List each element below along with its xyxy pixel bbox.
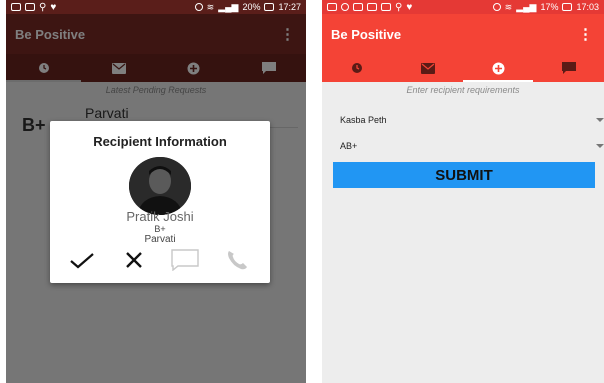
location-icon: ♥: [406, 1, 413, 13]
tab-add[interactable]: [463, 54, 534, 82]
app-bar: Be Positive ⋮: [322, 14, 604, 54]
wifi-icon: ≋: [504, 1, 513, 12]
status-icons-left: ⚲ ♥: [11, 2, 56, 13]
image-icon: [367, 3, 377, 11]
blood-group-select-value: AB+: [340, 141, 358, 151]
history-icon: [352, 63, 363, 73]
whatsapp-icon: [341, 3, 349, 11]
tab-indicator: [463, 80, 533, 82]
battery-percent: 20%: [242, 2, 261, 12]
status-bar: ⚲ ♥ ≋ ▂▄▆ 20% 17:27: [6, 0, 306, 14]
close-icon: [126, 252, 142, 268]
recipient-name: Pratik Joshi: [126, 209, 194, 224]
add-icon: [492, 62, 505, 74]
overflow-menu-icon[interactable]: ⋮: [576, 25, 595, 43]
signal-icon: ▂▄▆: [516, 1, 537, 12]
blood-group-select[interactable]: AB+: [322, 133, 604, 159]
accept-button[interactable]: [67, 248, 97, 272]
status-icons-right: ≋ ▂▄▆ 17% 17:03: [492, 1, 599, 13]
message-icon: [171, 249, 199, 271]
tab-history[interactable]: [322, 54, 393, 82]
decline-button[interactable]: [119, 248, 149, 272]
recipient-blood-group: B+: [154, 224, 166, 234]
status-bar: ⚲ ♥ ≋ ▂▄▆ 17% 17:03: [322, 0, 604, 14]
avatar: [129, 157, 191, 215]
dialog-actions: [50, 248, 270, 272]
mail-icon: [420, 62, 435, 74]
tab-chat[interactable]: [534, 54, 604, 82]
check-icon: [70, 253, 94, 269]
wifi-icon: ≋: [206, 1, 215, 12]
phone-icon: [228, 251, 247, 270]
location-select[interactable]: Kasba Peth: [322, 107, 604, 133]
right-screen: ⚲ ♥ ≋ ▂▄▆ 17% 17:03 Be Positive ⋮ Enter …: [322, 0, 604, 383]
message-notification-icon: [353, 3, 363, 11]
app-title: Be Positive: [331, 26, 402, 42]
clock: 17:27: [278, 2, 301, 12]
usb-icon: ⚲: [395, 1, 403, 13]
submit-button[interactable]: SUBMIT: [333, 162, 595, 188]
chat-icon: [561, 62, 576, 74]
battery-icon: [562, 3, 573, 11]
alarm-icon: [492, 3, 501, 11]
dropdown-arrow-icon: [596, 118, 604, 122]
voicemail-icon: [11, 3, 21, 11]
message-button[interactable]: [170, 248, 200, 272]
voicemail-icon: [327, 3, 337, 11]
usb-icon: ⚲: [39, 1, 47, 13]
location-icon: ♥: [50, 1, 57, 13]
dialog-title: Recipient Information: [93, 134, 227, 149]
location-select-value: Kasba Peth: [340, 115, 387, 125]
recipient-info-dialog: Recipient Information Pratik Joshi B+ Pa…: [50, 121, 270, 283]
form-header: Enter recipient requirements: [406, 85, 520, 95]
gallery-icon: [381, 3, 391, 11]
alarm-icon: [194, 3, 203, 11]
tab-mail[interactable]: [393, 54, 464, 82]
left-screen: ⚲ ♥ ≋ ▂▄▆ 20% 17:27 Be Positive ⋮ Latest…: [6, 0, 306, 383]
image-icon: [25, 3, 35, 11]
call-button[interactable]: [222, 248, 252, 272]
tab-bar: [322, 54, 604, 82]
recipient-location: Parvati: [144, 234, 176, 245]
avatar-photo-icon: [129, 157, 191, 215]
status-icons-left: ⚲ ♥: [327, 2, 412, 13]
dropdown-arrow-icon: [596, 144, 604, 148]
status-icons-right: ≋ ▂▄▆ 20% 17:27: [194, 1, 301, 13]
battery-percent: 17%: [540, 2, 559, 12]
battery-icon: [264, 3, 275, 11]
signal-icon: ▂▄▆: [218, 1, 239, 12]
clock: 17:03: [576, 2, 599, 12]
